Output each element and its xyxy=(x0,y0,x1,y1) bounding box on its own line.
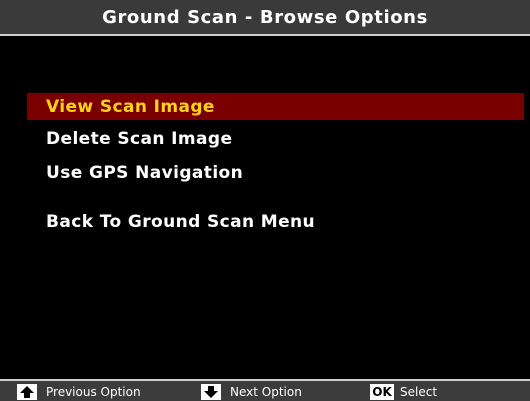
hint-next-option: Next Option xyxy=(201,383,302,401)
menu-item-view-scan-image[interactable]: View Scan Image xyxy=(27,93,524,120)
hint-select-label: Select xyxy=(400,385,438,399)
menu-item-back-to-ground-scan-menu[interactable]: Back To Ground Scan Menu xyxy=(27,208,524,235)
ok-key-icon: OK xyxy=(370,384,394,400)
hint-previous-option-label: Previous Option xyxy=(46,385,141,399)
menu-item-delete-scan-image[interactable]: Delete Scan Image xyxy=(27,125,524,152)
hint-previous-option: Previous Option xyxy=(17,383,141,401)
menu-item-use-gps-navigation[interactable]: Use GPS Navigation xyxy=(27,159,524,186)
title-bar: Ground Scan - Browse Options xyxy=(0,0,530,34)
arrow-up-icon xyxy=(17,384,37,400)
hint-select: OK Select xyxy=(370,383,437,401)
screen: Ground Scan - Browse Options View Scan I… xyxy=(0,0,530,401)
title-divider xyxy=(0,34,530,36)
arrow-down-icon xyxy=(201,384,221,400)
page-title: Ground Scan - Browse Options xyxy=(102,6,428,28)
hint-next-option-label: Next Option xyxy=(230,385,302,399)
